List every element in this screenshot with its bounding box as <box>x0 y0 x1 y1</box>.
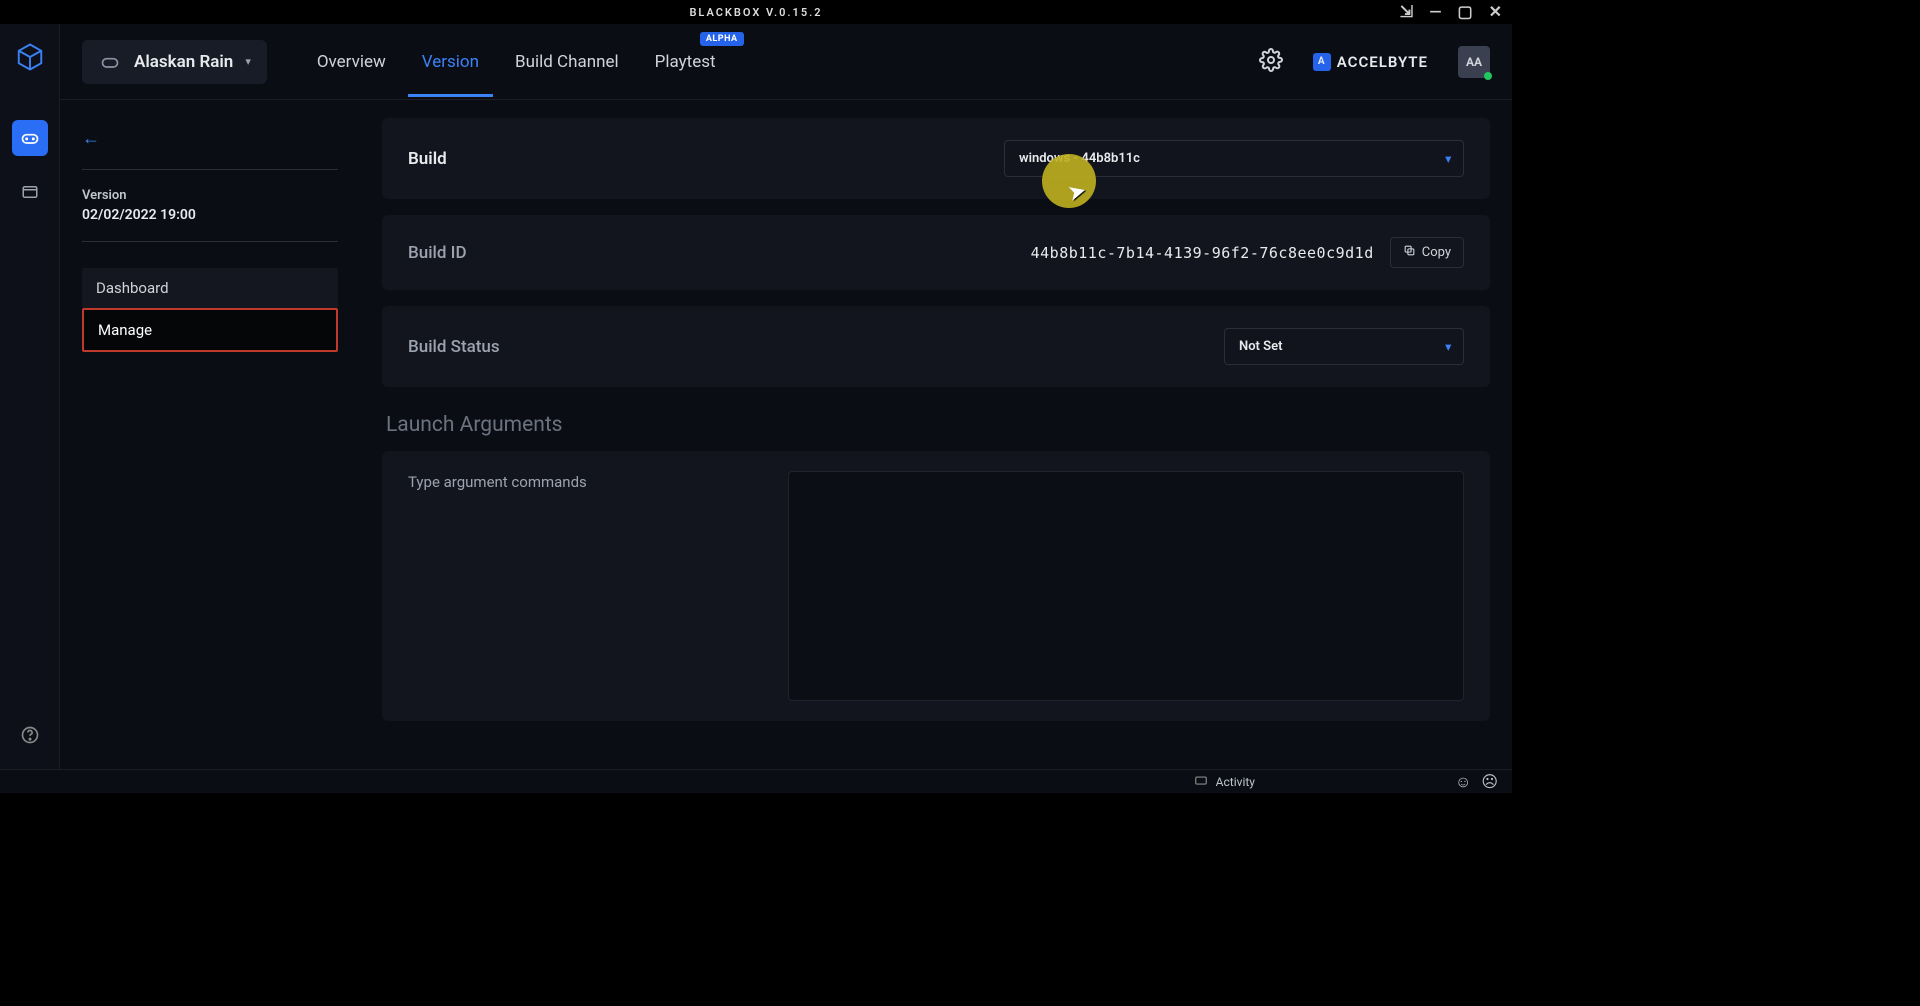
controller-icon <box>98 50 122 74</box>
app-logo[interactable] <box>15 42 45 72</box>
chevron-down-icon: ▾ <box>1445 340 1451 353</box>
titlebar: BLACKBOX V.0.15.2 ⇲ — ▢ ✕ <box>0 0 1512 24</box>
version-label: Version <box>82 188 338 203</box>
build-label: Build <box>408 149 447 169</box>
rail-item-window[interactable] <box>12 174 48 210</box>
tab-playtest[interactable]: Playtest ALPHA <box>655 28 716 96</box>
launch-args-label: Type argument commands <box>408 471 768 701</box>
nav-rail <box>0 24 60 769</box>
build-id-card: Build ID 44b8b11c-7b14-4139-96f2-76c8ee0… <box>382 215 1490 290</box>
project-selector[interactable]: Alaskan Rain ▾ <box>82 40 267 84</box>
settings-button[interactable] <box>1259 48 1283 76</box>
build-select[interactable]: windows - 44b8b11c ▾ <box>1004 140 1464 177</box>
main-tabs: Overview Version Build Channel Playtest … <box>317 28 716 96</box>
build-status-label: Build Status <box>408 337 500 357</box>
build-id-value: 44b8b11c-7b14-4139-96f2-76c8ee0c9d1d <box>1031 244 1374 262</box>
user-avatar[interactable]: AA <box>1458 46 1490 78</box>
chevron-down-icon: ▾ <box>245 55 251 68</box>
main-content: Build windows - 44b8b11c ▾ Build ID 44b8… <box>360 100 1512 769</box>
tab-version[interactable]: Version <box>422 28 479 96</box>
keyboard-icon[interactable] <box>1194 773 1208 790</box>
launch-args-card: Type argument commands <box>382 451 1490 721</box>
build-status-select[interactable]: Not Set ▾ <box>1224 328 1464 365</box>
sidebar-item-manage[interactable]: Manage <box>82 308 338 352</box>
tab-overview[interactable]: Overview <box>317 28 386 96</box>
app-title: BLACKBOX V.0.15.2 <box>689 6 822 19</box>
minimize-icon[interactable]: — <box>1429 4 1443 20</box>
window-controls: ⇲ — ▢ ✕ <box>1400 4 1504 20</box>
close-icon[interactable]: ✕ <box>1489 4 1504 20</box>
launch-args-heading: Launch Arguments <box>386 413 1486 437</box>
version-date: 02/02/2022 19:00 <box>82 207 338 223</box>
maximize-icon[interactable]: ▢ <box>1457 4 1474 20</box>
brand-icon: A <box>1313 53 1331 71</box>
launch-args-input[interactable] <box>788 471 1464 701</box>
smile-icon[interactable]: ☺ <box>1455 772 1471 792</box>
build-card: Build windows - 44b8b11c ▾ <box>382 118 1490 199</box>
side-panel: ← Version 02/02/2022 19:00 Dashboard Man… <box>60 100 360 769</box>
tab-build-channel[interactable]: Build Channel <box>515 28 619 96</box>
activity-button[interactable]: Activity <box>1216 775 1255 789</box>
chevron-down-icon: ▾ <box>1445 152 1451 165</box>
frown-icon[interactable]: ☹ <box>1481 772 1498 792</box>
copy-button[interactable]: Copy <box>1390 237 1464 268</box>
copy-icon <box>1403 244 1416 261</box>
back-button[interactable]: ← <box>82 126 100 163</box>
topbar: Alaskan Rain ▾ Overview Version Build Ch… <box>60 24 1512 100</box>
build-id-label: Build ID <box>408 243 467 263</box>
rail-item-game[interactable] <box>12 120 48 156</box>
shrink-icon[interactable]: ⇲ <box>1400 4 1415 20</box>
alpha-badge: ALPHA <box>700 32 744 46</box>
sidebar-item-dashboard[interactable]: Dashboard <box>82 268 338 308</box>
status-bar: Activity ☺ ☹ <box>0 769 1512 793</box>
build-status-card: Build Status Not Set ▾ <box>382 306 1490 387</box>
rail-item-help[interactable] <box>12 717 48 753</box>
brand-logo: A ACCELBYTE <box>1313 53 1428 71</box>
project-name: Alaskan Rain <box>134 52 233 72</box>
